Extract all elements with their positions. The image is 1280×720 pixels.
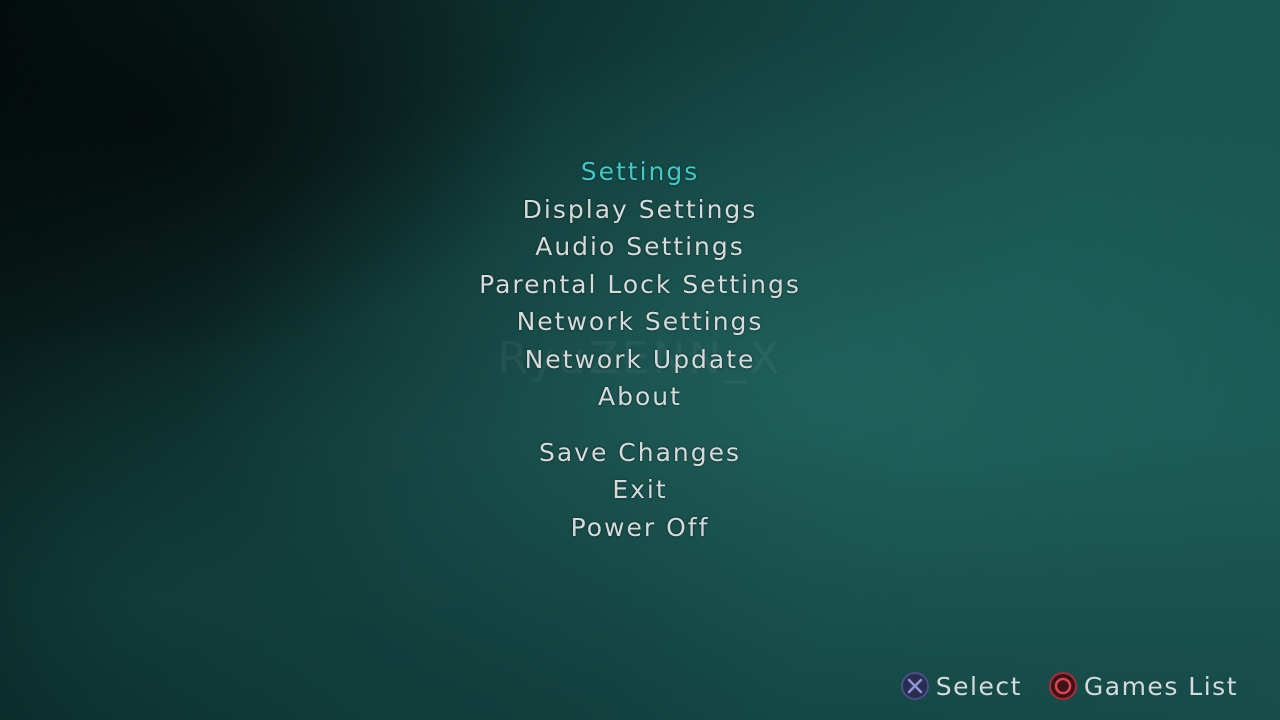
menu-item-display-settings[interactable]: Display Settings — [0, 195, 1280, 225]
hint-games-list-label: Games List — [1083, 671, 1238, 701]
hint-select: Select — [900, 671, 1022, 701]
menu-item-exit[interactable]: Exit — [0, 475, 1280, 505]
button-hints: Select Games List — [874, 670, 1238, 702]
menu-item-parental-lock-settings[interactable]: Parental Lock Settings — [0, 270, 1280, 300]
menu-item-audio-settings[interactable]: Audio Settings — [0, 232, 1280, 262]
menu-item-power-off[interactable]: Power Off — [0, 513, 1280, 543]
menu-item-save-changes[interactable]: Save Changes — [0, 438, 1280, 468]
menu-item-network-settings[interactable]: Network Settings — [0, 307, 1280, 337]
hint-select-label: Select — [935, 671, 1022, 701]
cross-button-icon — [900, 672, 929, 700]
hint-games-list: Games List — [1048, 671, 1238, 701]
menu-item-about[interactable]: About — [0, 382, 1280, 412]
menu-item-network-update[interactable]: Network Update — [0, 345, 1280, 375]
menu-title: Settings — [580, 157, 700, 186]
circle-button-icon — [1048, 672, 1077, 700]
